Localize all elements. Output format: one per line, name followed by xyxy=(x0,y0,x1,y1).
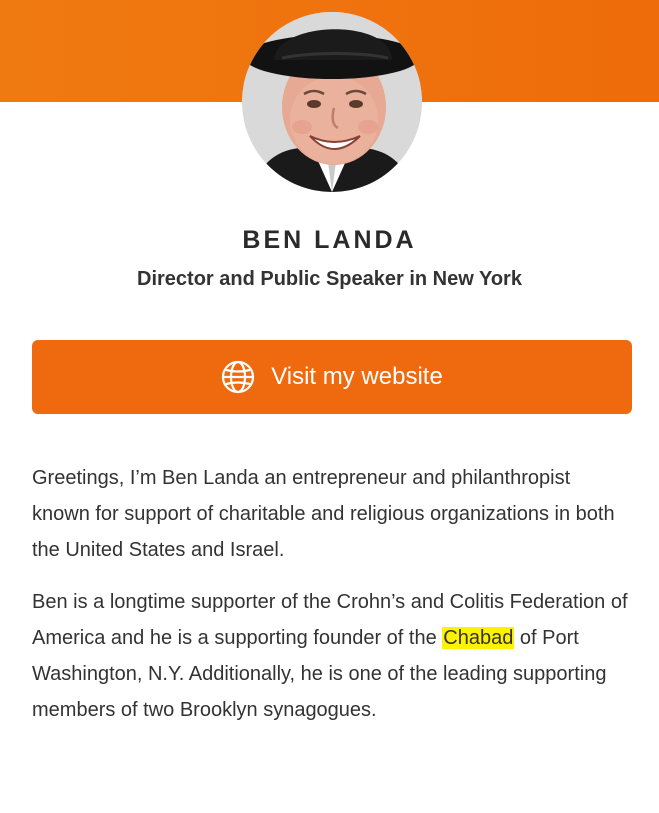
bio-paragraph-1: Greetings, I’m Ben Landa an entrepreneur… xyxy=(32,467,615,561)
visit-website-label: Visit my website xyxy=(271,363,443,390)
globe-icon xyxy=(221,360,255,394)
profile-name: BEN LANDA xyxy=(242,226,417,254)
avatar xyxy=(242,12,422,192)
avatar-photo xyxy=(242,12,422,192)
highlighted-term: Chabad xyxy=(442,627,515,649)
bio-section: Greetings, I’m Ben Landa an entrepreneur… xyxy=(32,460,628,744)
profile-subtitle: Director and Public Speaker in New York xyxy=(137,268,522,290)
profile-page: BEN LANDA Director and Public Speaker in… xyxy=(0,0,659,813)
visit-website-button[interactable]: Visit my website xyxy=(32,340,632,414)
bio-paragraph-2: Ben is a longtime supporter of the Crohn… xyxy=(32,584,628,728)
